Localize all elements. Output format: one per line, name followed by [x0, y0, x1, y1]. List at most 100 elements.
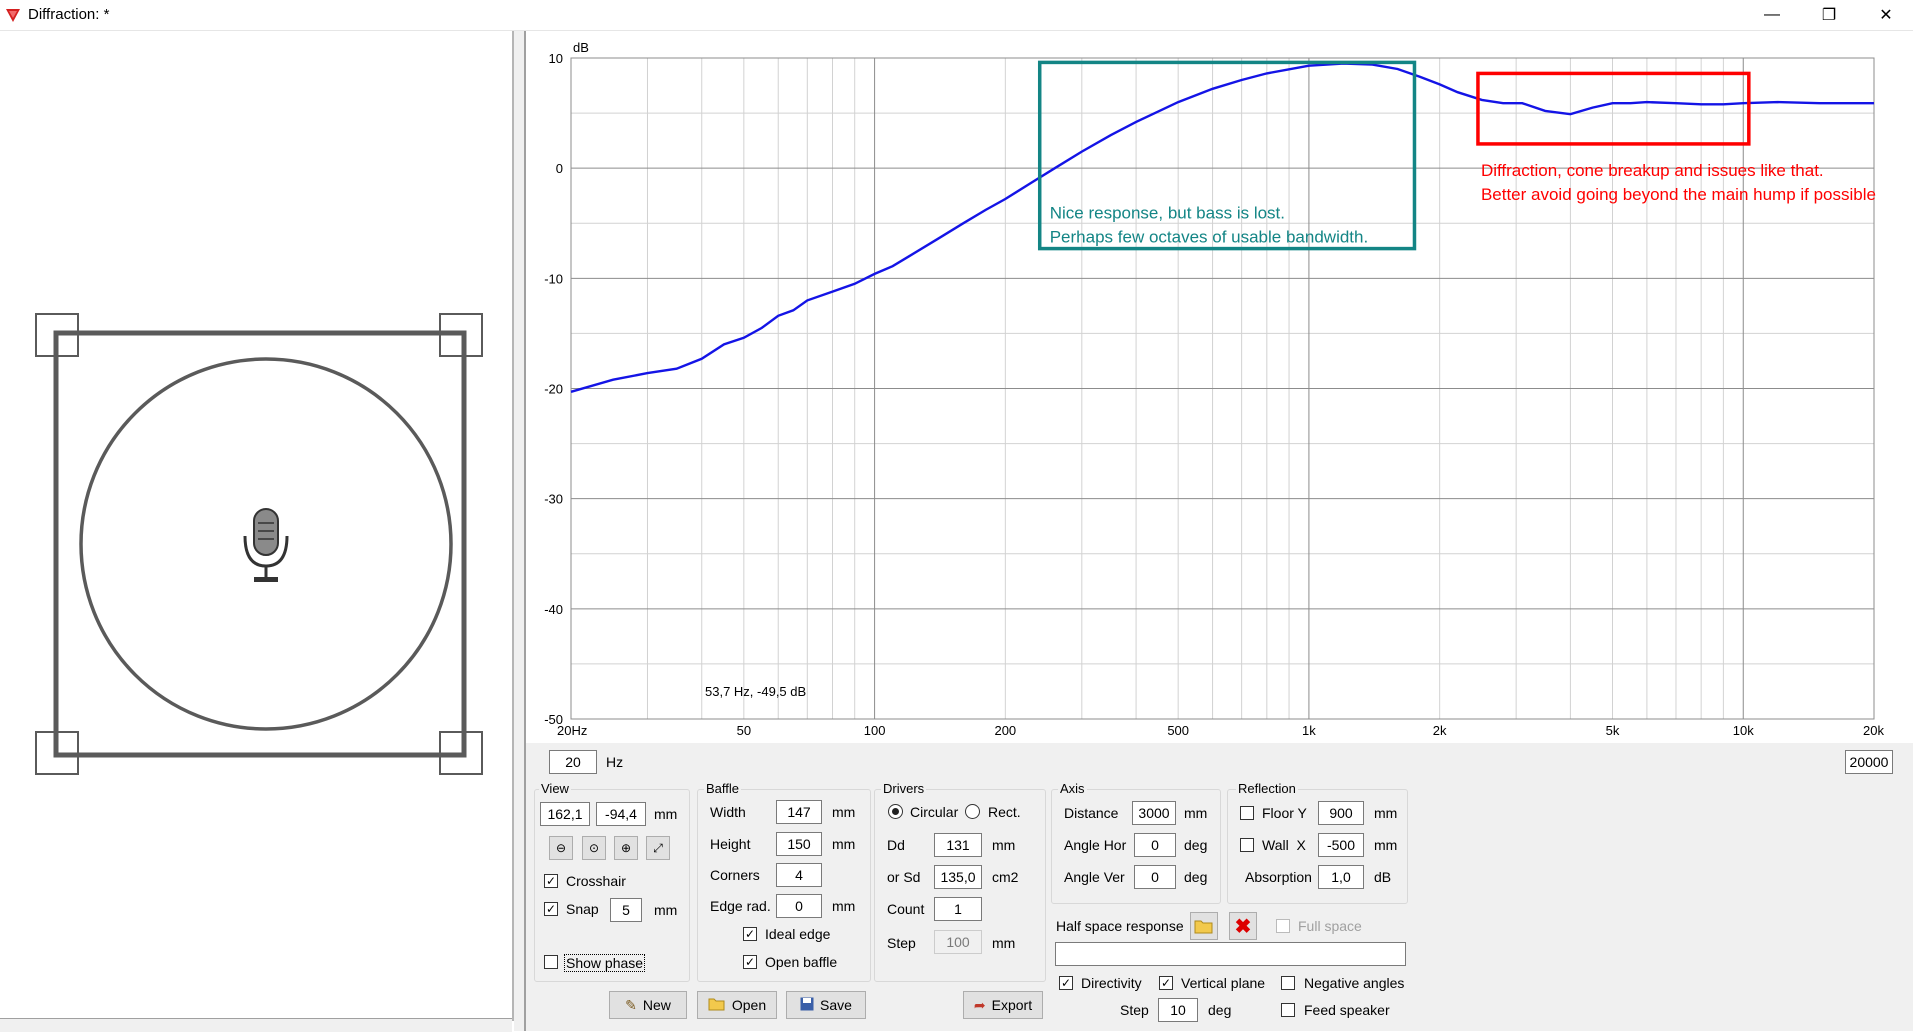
open-baffle-checkbox[interactable]: ✓ [743, 955, 757, 969]
view-x-input[interactable]: 162,1 [540, 802, 590, 826]
window-title: Diffraction: * [28, 6, 110, 23]
fullscreen-icon[interactable]: ⤢ [646, 836, 670, 860]
dd-label: Dd [887, 837, 905, 853]
snap-checkbox[interactable]: ✓ [544, 902, 558, 916]
directivity-checkbox[interactable]: ✓ [1059, 976, 1073, 990]
rect-radio[interactable] [965, 804, 980, 819]
show-phase-label: Show phase [564, 954, 646, 972]
absorption-unit-label: dB [1374, 869, 1392, 885]
zoom-in-icon[interactable]: ⊕ [614, 836, 638, 860]
zoom-out-icon[interactable]: ⊖ [549, 836, 573, 860]
zoom-fit-icon[interactable]: ⊙ [582, 836, 606, 860]
x-tick-label: 1k [1302, 723, 1316, 738]
angle-ver-label: Angle Ver [1064, 869, 1125, 885]
width-unit-label: mm [832, 804, 856, 820]
floor-unit-label: mm [1374, 805, 1398, 821]
open-button[interactable]: Open [697, 991, 777, 1019]
absorption-input[interactable]: 1,0 [1318, 865, 1364, 889]
floor-label: Floor Y [1262, 805, 1307, 821]
annotations: Nice response, but bass is lost. Perhaps … [1037, 60, 1876, 251]
restore-button[interactable]: ❐ [1800, 0, 1858, 30]
save-button[interactable]: Save [786, 991, 866, 1019]
dd-input[interactable]: 131 [934, 833, 982, 857]
microphone-icon [243, 508, 289, 582]
full-space-label: Full space [1298, 918, 1362, 934]
directivity-step-input[interactable]: 10 [1158, 998, 1198, 1022]
edge-radius-unit-label: mm [832, 898, 856, 914]
show-phase-checkbox[interactable] [544, 955, 558, 969]
crosshair-checkbox[interactable]: ✓ [544, 874, 558, 888]
dd-unit-label: mm [992, 837, 1016, 853]
view-unit-label: mm [654, 806, 678, 822]
frequency-response-chart[interactable]: 20Hz 50 100 200 500 1k 2k 5k 10k 20k 100-10-20-30… [526, 31, 1913, 743]
annotation-text-nice-response: Perhaps few octaves of usable bandwidth. [1050, 228, 1368, 247]
new-button[interactable]: ✎ New [609, 991, 687, 1019]
circular-radio[interactable] [888, 804, 903, 819]
splitter[interactable] [514, 31, 524, 1031]
wall-input[interactable]: -500 [1318, 833, 1364, 857]
step-unit-label: mm [992, 935, 1016, 951]
floor-input[interactable]: 900 [1318, 801, 1364, 825]
angle-hor-unit-label: deg [1184, 837, 1208, 853]
annotation-box-diffraction [1476, 71, 1751, 146]
export-icon: ➦ [973, 996, 986, 1013]
ideal-edge-checkbox[interactable]: ✓ [743, 927, 757, 941]
y-unit-label: dB [573, 40, 589, 55]
export-button[interactable]: ➦ Export [963, 991, 1043, 1019]
corners-input[interactable]: 4 [776, 863, 822, 887]
distance-input[interactable]: 3000 [1132, 801, 1176, 825]
x-tick-label: 10k [1733, 723, 1754, 738]
wall-unit-label: mm [1374, 837, 1398, 853]
annotation-text-diffraction: Diffraction, cone breakup and issues lik… [1481, 161, 1824, 180]
edge-radius-label: Edge rad. [710, 898, 771, 914]
minimize-button[interactable]: — [1743, 0, 1801, 30]
edge-radius-input[interactable]: 0 [776, 894, 822, 918]
annotation-text-nice-response: Nice response, but bass is lost. [1050, 204, 1285, 223]
snap-input[interactable]: 5 [610, 898, 642, 922]
angle-ver-input[interactable]: 0 [1134, 865, 1176, 889]
baffle-drawing[interactable] [0, 31, 512, 1016]
open-folder-icon[interactable] [1190, 912, 1218, 940]
close-button[interactable]: ✕ [1857, 0, 1913, 30]
wall-checkbox[interactable] [1240, 838, 1254, 852]
view-group-title: View [539, 781, 571, 796]
angle-hor-input[interactable]: 0 [1134, 833, 1176, 857]
y-tick-label: -30 [544, 492, 563, 507]
y-tick-label: -20 [544, 382, 563, 397]
baffle-view[interactable] [0, 31, 514, 1021]
folder-icon [708, 997, 726, 1014]
feed-speaker-checkbox[interactable] [1281, 1003, 1295, 1017]
wall-label: Wall X [1262, 837, 1306, 853]
full-space-checkbox [1276, 919, 1290, 933]
export-button-label: Export [991, 997, 1033, 1013]
width-input[interactable]: 147 [776, 800, 822, 824]
step-input: 100 [934, 930, 982, 954]
baffle-group-title: Baffle [704, 781, 742, 796]
reflection-group-title: Reflection [1236, 781, 1298, 796]
snap-label: Snap [566, 901, 599, 917]
directivity-label: Directivity [1081, 975, 1142, 991]
height-input[interactable]: 150 [776, 832, 822, 856]
negative-angles-checkbox[interactable] [1281, 976, 1295, 990]
axis-group-title: Axis [1058, 781, 1087, 796]
response-plot[interactable]: 20Hz 50 100 200 500 1k 2k 5k 10k 20k 10 0 -10 -20 -30… [526, 31, 1913, 743]
y-tick-label: -40 [544, 602, 563, 617]
vertical-plane-checkbox[interactable]: ✓ [1159, 976, 1173, 990]
save-button-label: Save [820, 997, 852, 1013]
angle-ver-unit-label: deg [1184, 869, 1208, 885]
view-y-input[interactable]: -94,4 [596, 802, 646, 826]
x-tick-label: 200 [994, 723, 1016, 738]
y-tick-label: 10 [549, 51, 563, 66]
clear-icon[interactable]: ✖ [1229, 912, 1257, 940]
height-unit-label: mm [832, 836, 856, 852]
title-bar: Diffraction: * — ❐ ✕ [0, 0, 1913, 31]
sd-input[interactable]: 135,0 [934, 865, 982, 889]
freq-min-input[interactable]: 20 [549, 750, 597, 774]
left-status-strip [0, 1018, 512, 1032]
count-input[interactable]: 1 [934, 897, 982, 921]
app-icon [6, 9, 20, 22]
floor-checkbox[interactable] [1240, 806, 1254, 820]
freq-max-input[interactable]: 20000 [1845, 750, 1893, 774]
new-button-label: New [642, 997, 671, 1013]
half-space-path-input[interactable] [1055, 942, 1406, 966]
